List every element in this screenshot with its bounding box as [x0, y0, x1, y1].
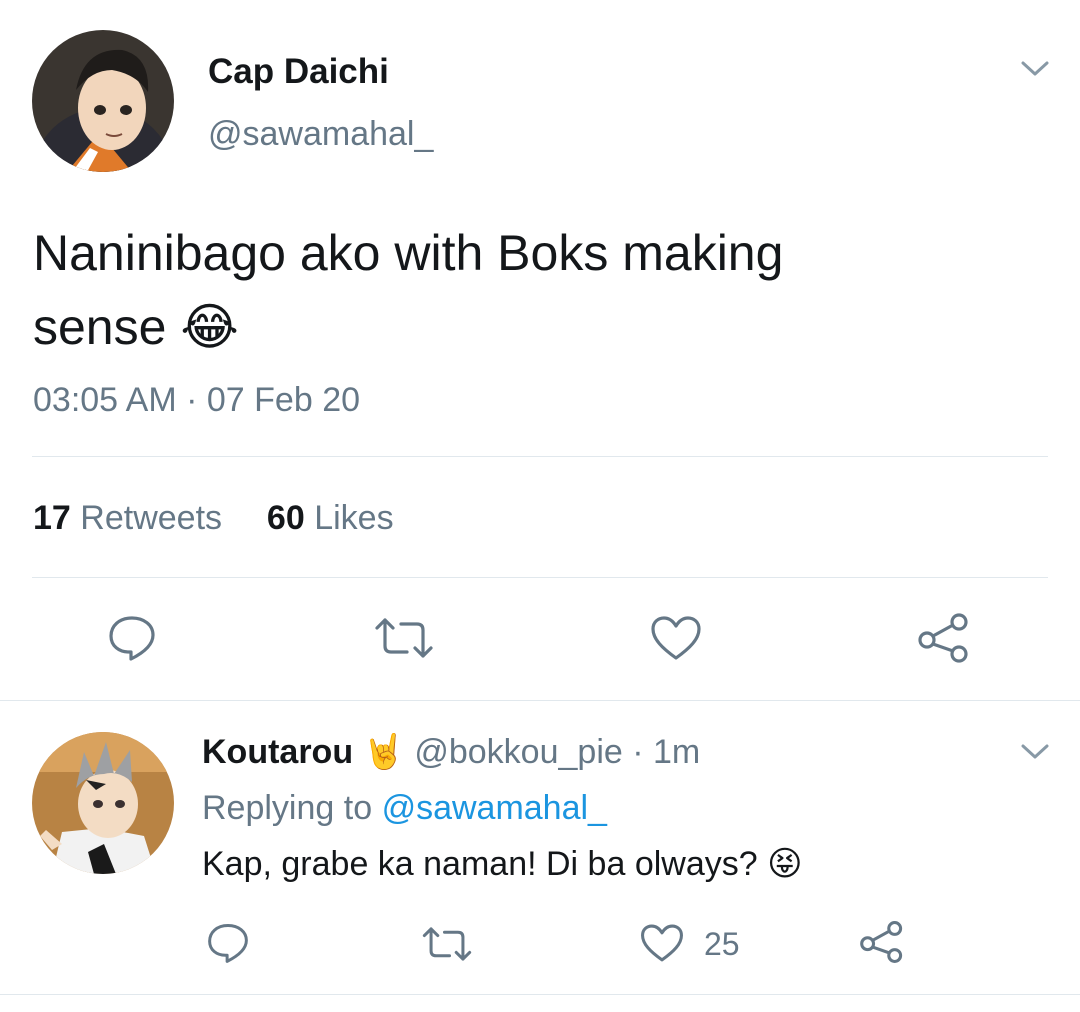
retweet-count: 17 [33, 499, 71, 537]
replying-to-label: Replying to [202, 789, 373, 827]
tweet-text-line-2: sense 😂 [33, 299, 239, 355]
like-button[interactable] [648, 612, 704, 664]
reply-icon [208, 924, 248, 963]
share-icon [918, 613, 968, 663]
reply-avatar[interactable] [32, 732, 174, 874]
avatar[interactable] [32, 30, 174, 172]
like-count: 60 [266, 499, 305, 537]
reply-text-body: Kap, grabe ka naman! Di ba olways? [202, 845, 758, 883]
reply-button[interactable] [104, 612, 160, 664]
user-handle[interactable]: @sawamahal_ [208, 114, 433, 154]
chevron-down-icon[interactable] [1018, 56, 1052, 82]
tweet-timestamp[interactable]: 03:05 AM · 07 Feb 20 [33, 380, 360, 420]
replying-to: Replying to @sawamahal_ [202, 788, 607, 828]
divider [0, 994, 1080, 995]
separator-dot: · [186, 381, 198, 419]
tweet-stats: 17 Retweets 60 Likes [33, 498, 394, 538]
reply-retweet-button[interactable] [420, 922, 474, 966]
heart-icon [641, 924, 683, 962]
divider [0, 700, 1080, 701]
reply-emoji: 😝 [767, 845, 803, 883]
retweet-label: Retweets [80, 499, 223, 537]
like-label: Likes [314, 499, 394, 537]
divider [32, 456, 1048, 457]
reply-time: · 1m [632, 733, 701, 771]
reply-like-button[interactable] [638, 920, 686, 966]
rock-on-emoji: 🤘 [362, 733, 405, 771]
divider [32, 577, 1048, 578]
heart-icon [651, 616, 701, 660]
reply-user-handle[interactable]: @bokkou_pie [414, 733, 622, 771]
reply-chevron-down-icon[interactable] [1018, 739, 1052, 765]
tweet-text-line-1: Naninibago ako with Boks making [33, 225, 784, 281]
reply-header: Koutarou 🤘 @bokkou_pie · 1m [202, 732, 700, 772]
reply-reply-button[interactable] [204, 920, 252, 966]
tweet-emoji: 😂 [180, 299, 239, 355]
display-name[interactable]: Cap Daichi [208, 52, 389, 92]
reply-share-button[interactable] [858, 918, 906, 966]
tweet-text: Naninibago ako with Boks making sense 😂 [33, 216, 783, 364]
reply-icon [109, 616, 155, 661]
reply-text: Kap, grabe ka naman! Di ba olways? 😝 [202, 844, 803, 884]
retweet-icon [375, 618, 433, 658]
share-icon [860, 921, 903, 963]
reply-display-name[interactable]: Koutarou [202, 733, 353, 771]
replying-to-handle[interactable]: @sawamahal_ [382, 789, 607, 827]
retweet-icon [422, 927, 472, 961]
retweets-stat[interactable]: 17 Retweets [33, 499, 222, 537]
share-button[interactable] [916, 610, 972, 666]
likes-stat[interactable]: 60 Likes [267, 499, 394, 537]
retweet-button[interactable] [372, 612, 436, 664]
reply-like-count: 25 [704, 926, 740, 962]
tweet-time: 03:05 AM [33, 381, 177, 419]
tweet-date: 07 Feb 20 [206, 381, 361, 419]
